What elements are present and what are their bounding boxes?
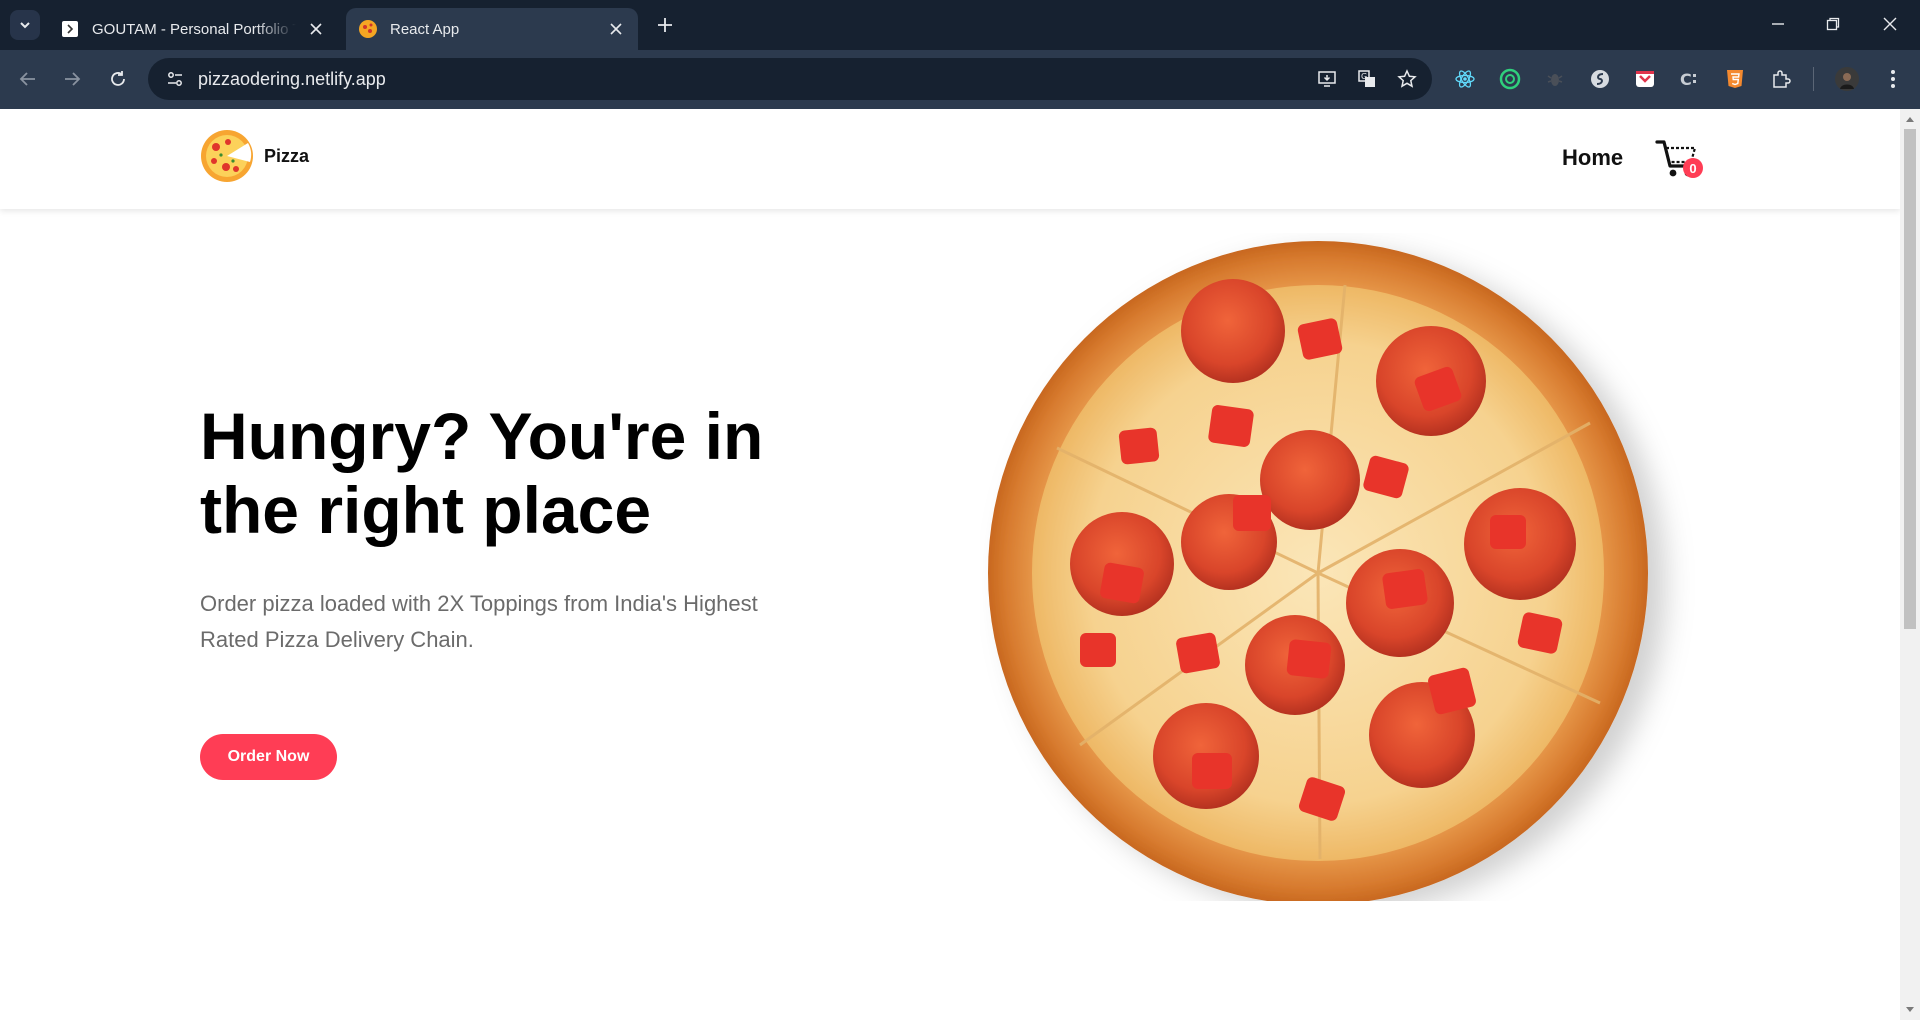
extensions-puzzle-icon[interactable] (1768, 66, 1794, 92)
tab-title: GOUTAM - Personal Portfolio Template (92, 20, 296, 38)
browser-tab-strip: GOUTAM - Personal Portfolio Template Rea… (0, 0, 1920, 50)
pizza-logo-icon (201, 130, 253, 182)
reload-icon (111, 71, 125, 86)
tab-portfolio[interactable]: GOUTAM - Personal Portfolio Template (48, 8, 338, 50)
reload-button[interactable] (104, 65, 132, 93)
install-app-icon[interactable] (1312, 64, 1342, 94)
pizza-image (988, 241, 1648, 901)
order-now-button[interactable]: Order Now (200, 734, 337, 780)
stylus-extension-icon[interactable] (1587, 66, 1613, 92)
hero-subtitle: Order pizza loaded with 2X Toppings from… (200, 591, 758, 652)
back-button[interactable] (14, 65, 42, 93)
close-icon (1883, 17, 1897, 31)
html5-extension-icon[interactable] (1722, 66, 1748, 92)
close-tab-icon[interactable] (308, 21, 324, 37)
nav-home-link[interactable]: Home (1562, 145, 1623, 171)
bug-extension-icon[interactable] (1542, 66, 1568, 92)
new-tab-button[interactable] (652, 12, 678, 38)
brand-name: Pizza (264, 145, 310, 166)
tab-react-app[interactable]: React App (346, 8, 638, 50)
close-tab-icon[interactable] (608, 21, 624, 37)
svg-text:G: G (1361, 72, 1367, 81)
brand-link[interactable]: Pizza (200, 129, 309, 183)
css-extension-icon[interactable]: C (1677, 66, 1703, 92)
restore-icon (1826, 17, 1840, 31)
browser-menu-icon[interactable] (1880, 66, 1906, 92)
site-info-icon[interactable] (162, 66, 188, 92)
plus-icon (658, 18, 672, 32)
portfolio-favicon-icon (60, 19, 80, 39)
restore-button[interactable] (1821, 12, 1845, 36)
cart-button[interactable]: 0 (1655, 136, 1705, 182)
translate-icon[interactable]: G (1352, 64, 1382, 94)
arrow-right-icon (65, 72, 81, 86)
tab-title: React App (390, 20, 460, 38)
url-text[interactable]: pizzaodering.netlify.app (198, 69, 1312, 90)
page-scrollbar[interactable] (1900, 109, 1920, 1020)
bookmark-star-icon[interactable] (1392, 64, 1422, 94)
toolbar-divider (1813, 67, 1814, 91)
site-header: Pizza Home 0 (0, 109, 1900, 209)
arrow-left-icon (19, 72, 35, 86)
pocket-extension-icon[interactable] (1632, 66, 1658, 92)
cart-count-badge: 0 (1683, 158, 1703, 178)
address-bar[interactable]: pizzaodering.netlify.app G (148, 58, 1432, 100)
hero-title: Hungry? You're in the right place (200, 399, 764, 547)
tab-search-button[interactable] (10, 10, 40, 40)
minimize-button[interactable] (1766, 12, 1790, 36)
scroll-up-arrow-icon[interactable] (1904, 113, 1916, 125)
close-window-button[interactable] (1878, 12, 1902, 36)
browser-toolbar: pizzaodering.netlify.app G C (0, 50, 1920, 109)
green-target-extension-icon[interactable] (1497, 66, 1523, 92)
scrollbar-thumb[interactable] (1904, 129, 1916, 629)
react-devtools-icon[interactable] (1452, 66, 1478, 92)
scroll-down-arrow-icon[interactable] (1904, 1004, 1916, 1016)
svg-text:C: C (1680, 70, 1692, 89)
minimize-icon (1772, 23, 1784, 25)
forward-button[interactable] (58, 65, 86, 93)
profile-avatar[interactable] (1834, 66, 1860, 92)
pizza-favicon-icon (358, 19, 378, 39)
chevron-down-icon (20, 22, 30, 29)
page-viewport: Pizza Home 0 Hungry? You're in the right… (0, 109, 1900, 1020)
